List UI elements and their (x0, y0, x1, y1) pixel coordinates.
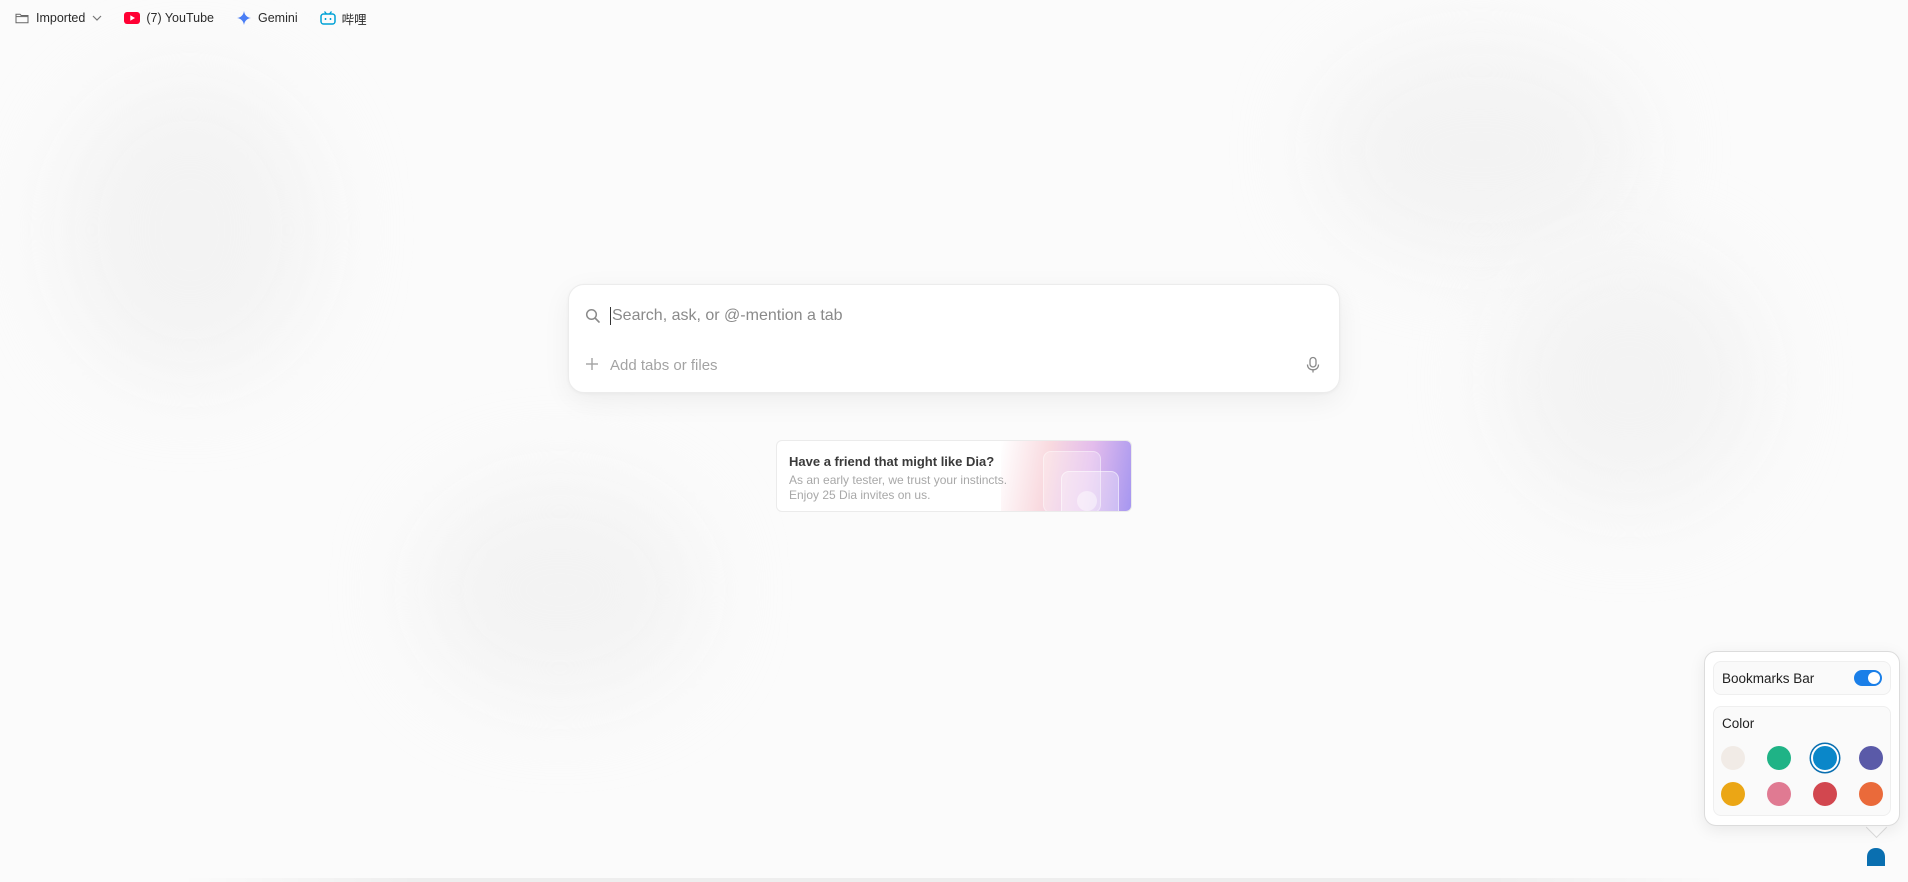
search-card: Add tabs or files (568, 284, 1340, 393)
bookmarks-bar-setting: Bookmarks Bar (1713, 661, 1891, 695)
color-swatch-purple[interactable] (1859, 746, 1883, 770)
color-swatch-pink[interactable] (1767, 782, 1791, 806)
bottom-edge-shadow (180, 878, 1728, 882)
folder-icon (14, 10, 30, 26)
microphone-icon[interactable] (1305, 356, 1323, 374)
color-swatches (1721, 746, 1883, 806)
invite-title: Have a friend that might like Dia? (789, 454, 995, 469)
invite-description: As an early tester, we trust your instin… (789, 473, 1049, 503)
bookmarks-bar: Imported (7) YouTube Gemini 哔哩 (0, 0, 387, 36)
color-swatch-blue[interactable] (1813, 746, 1837, 770)
invite-friends-card[interactable]: Have a friend that might like Dia? As an… (776, 440, 1132, 512)
invite-line: Enjoy 25 Dia invites on us. (789, 488, 931, 502)
color-swatch-yellow[interactable] (1721, 782, 1745, 806)
bookmark-label: 哔哩 (341, 12, 367, 27)
bookmarks-bar-label: Bookmarks Bar (1722, 670, 1815, 686)
background-shape (60, 80, 320, 380)
plus-icon[interactable] (585, 357, 601, 373)
add-tabs-or-files-button[interactable]: Add tabs or files (610, 357, 1305, 374)
color-setting: Color (1713, 706, 1891, 816)
color-theme-button[interactable] (1865, 846, 1887, 868)
search-icon (585, 308, 601, 324)
appearance-popover: Bookmarks Bar Color (1704, 651, 1900, 826)
color-swatch-red[interactable] (1813, 782, 1837, 806)
chevron-down-icon (92, 15, 102, 21)
youtube-icon (124, 10, 141, 26)
bookmark-label: Imported (36, 11, 86, 25)
background-shape (420, 480, 700, 700)
color-label: Color (1722, 716, 1755, 731)
invite-line: As an early tester, we trust your instin… (789, 473, 1008, 487)
search-row (585, 303, 1323, 329)
search-input[interactable] (612, 307, 1323, 325)
gemini-icon (236, 10, 252, 26)
color-swatch-green[interactable] (1767, 746, 1791, 770)
bilibili-icon (319, 10, 336, 26)
bookmark-label: Gemini (258, 11, 298, 25)
bookmarks-bar-toggle[interactable] (1854, 670, 1882, 686)
text-caret (610, 307, 611, 325)
background-shape (1320, 40, 1640, 260)
bookmark-bilibili[interactable]: 哔哩 (318, 6, 375, 30)
bookmark-gemini[interactable]: Gemini (234, 6, 306, 30)
bookmark-youtube[interactable]: (7) YouTube (122, 6, 222, 30)
color-swatch-orange[interactable] (1859, 782, 1883, 806)
bookmark-imported-folder[interactable]: Imported (12, 6, 110, 30)
add-tabs-row: Add tabs or files (585, 353, 1323, 377)
bookmark-label: (7) YouTube (146, 11, 214, 25)
color-swatch-cream[interactable] (1721, 746, 1745, 770)
background-shape (1500, 250, 1760, 510)
